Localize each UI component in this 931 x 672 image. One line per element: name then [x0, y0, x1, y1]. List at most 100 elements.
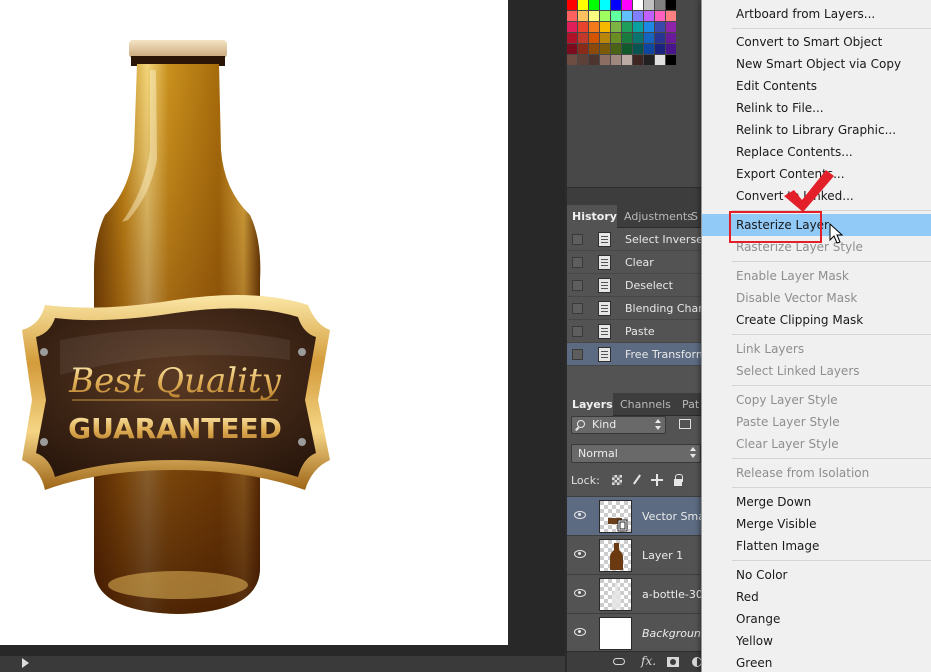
color-swatch[interactable] [655, 22, 665, 32]
tab-channels[interactable]: Channels [615, 393, 677, 416]
menu-item-red[interactable]: Red [702, 586, 931, 608]
history-snapshot-checkbox[interactable] [572, 257, 583, 268]
tab-adjustments[interactable]: Adjustments [619, 205, 693, 228]
color-swatch[interactable] [600, 33, 610, 43]
color-swatch[interactable] [633, 0, 643, 10]
pixel-layer-filter-icon[interactable] [679, 419, 691, 429]
menu-item-merge-down[interactable]: Merge Down [702, 491, 931, 513]
color-swatch[interactable] [578, 55, 588, 65]
menu-item-paste-layer-style[interactable]: Paste Layer Style [702, 411, 931, 433]
menu-item-copy-layer-style[interactable]: Copy Layer Style [702, 389, 931, 411]
color-swatch[interactable] [644, 44, 654, 54]
color-swatch[interactable] [611, 33, 621, 43]
color-swatch[interactable] [644, 33, 654, 43]
color-swatch[interactable] [633, 33, 643, 43]
color-swatch[interactable] [622, 33, 632, 43]
color-swatch[interactable] [611, 11, 621, 21]
color-swatch[interactable] [666, 22, 676, 32]
layer-row-background[interactable]: Background [567, 613, 708, 652]
menu-item-release-from-isolation[interactable]: Release from Isolation [702, 462, 931, 484]
menu-item-no-color[interactable]: No Color [702, 564, 931, 586]
menu-item-select-linked-layers[interactable]: Select Linked Layers [702, 360, 931, 382]
color-swatch[interactable] [567, 33, 577, 43]
color-swatch[interactable] [655, 0, 665, 10]
tab-paths[interactable]: Pat [677, 393, 701, 416]
canvas-area[interactable]: Best Quality GUARANTEED [0, 0, 565, 672]
visibility-eye-icon[interactable] [574, 589, 586, 597]
menu-item-new-smart-object-via-copy[interactable]: New Smart Object via Copy [702, 53, 931, 75]
document-canvas[interactable]: Best Quality GUARANTEED [0, 0, 508, 645]
color-swatch[interactable] [622, 11, 632, 21]
color-swatch[interactable] [578, 22, 588, 32]
color-swatch[interactable] [611, 0, 621, 10]
color-swatch[interactable] [633, 22, 643, 32]
menu-item-yellow[interactable]: Yellow [702, 630, 931, 652]
tab-history[interactable]: History [567, 205, 617, 228]
color-swatch[interactable] [600, 11, 610, 21]
history-item[interactable]: Blending Change [567, 297, 719, 320]
menu-item-relink-to-file[interactable]: Relink to File... [702, 97, 931, 119]
menu-item-merge-visible[interactable]: Merge Visible [702, 513, 931, 535]
status-menu-arrow-icon[interactable] [22, 658, 29, 668]
color-swatch[interactable] [622, 55, 632, 65]
color-swatch[interactable] [666, 55, 676, 65]
history-snapshot-checkbox[interactable] [572, 234, 583, 245]
color-swatch[interactable] [666, 0, 676, 10]
color-swatch[interactable] [655, 11, 665, 21]
tab-layers[interactable]: Layers [567, 393, 613, 416]
color-swatch[interactable] [578, 0, 588, 10]
layer-kind-filter[interactable]: Kind [571, 416, 666, 434]
color-swatch[interactable] [655, 55, 665, 65]
menu-item-orange[interactable]: Orange [702, 608, 931, 630]
color-swatch[interactable] [655, 33, 665, 43]
color-swatch[interactable] [633, 11, 643, 21]
color-swatch[interactable] [611, 55, 621, 65]
color-swatch[interactable] [600, 55, 610, 65]
history-item[interactable]: Deselect [567, 274, 701, 297]
history-snapshot-checkbox[interactable] [572, 349, 583, 360]
lock-all-icon[interactable] [673, 474, 683, 486]
color-swatch[interactable] [567, 22, 577, 32]
swatch-grid[interactable] [567, 0, 677, 66]
layer-row-vector-smart-object[interactable]: Vector Sma [567, 496, 705, 535]
color-swatch[interactable] [644, 0, 654, 10]
color-swatch[interactable] [666, 44, 676, 54]
color-swatch[interactable] [567, 0, 577, 10]
color-swatch[interactable] [589, 55, 599, 65]
color-swatch[interactable] [611, 44, 621, 54]
menu-item-convert-to-smart-object[interactable]: Convert to Smart Object [702, 31, 931, 53]
fx-icon[interactable]: fx. [641, 654, 656, 668]
blend-mode-select[interactable]: Normal [571, 444, 701, 463]
color-swatch[interactable] [589, 11, 599, 21]
color-swatch[interactable] [589, 22, 599, 32]
color-swatch[interactable] [655, 44, 665, 54]
color-swatch[interactable] [567, 44, 577, 54]
history-snapshot-checkbox[interactable] [572, 326, 583, 337]
visibility-eye-icon[interactable] [574, 511, 586, 519]
menu-item-enable-layer-mask[interactable]: Enable Layer Mask [702, 265, 931, 287]
history-item[interactable]: Select Inverse [567, 228, 703, 251]
menu-item-replace-contents[interactable]: Replace Contents... [702, 141, 931, 163]
color-swatch[interactable] [567, 55, 577, 65]
add-mask-icon[interactable] [667, 657, 679, 667]
color-swatch[interactable] [578, 11, 588, 21]
history-snapshot-checkbox[interactable] [572, 303, 583, 314]
layer-row-layer-1[interactable]: Layer 1 [567, 535, 701, 574]
color-swatch[interactable] [600, 44, 610, 54]
color-swatch[interactable] [600, 0, 610, 10]
color-swatch[interactable] [600, 22, 610, 32]
color-swatch[interactable] [644, 22, 654, 32]
color-swatch[interactable] [589, 0, 599, 10]
menu-item-create-clipping-mask[interactable]: Create Clipping Mask [702, 309, 931, 331]
history-item[interactable]: Clear [567, 251, 701, 274]
color-swatch[interactable] [589, 33, 599, 43]
color-swatch[interactable] [622, 44, 632, 54]
layer-row-bottle[interactable]: a-bottle-30 [567, 574, 703, 613]
color-swatch[interactable] [644, 11, 654, 21]
color-swatch[interactable] [578, 44, 588, 54]
color-swatch[interactable] [644, 55, 654, 65]
lock-image-pixels-icon[interactable] [632, 475, 642, 485]
history-item-selected[interactable]: Free Transform [567, 343, 707, 366]
menu-item-disable-vector-mask[interactable]: Disable Vector Mask [702, 287, 931, 309]
color-swatch[interactable] [611, 22, 621, 32]
